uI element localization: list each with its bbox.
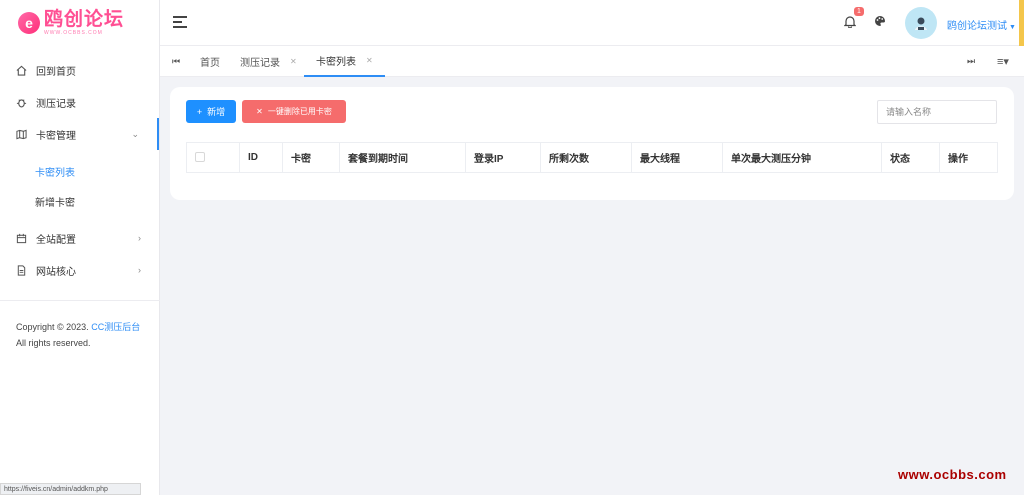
tab-label: 首页 — [200, 58, 220, 69]
sidebar-item-records[interactable]: 测压记录 — [0, 86, 159, 118]
column-header-max-threads[interactable]: 最大线程 — [631, 143, 680, 172]
sidebar-item-label: 测压记录 — [36, 98, 76, 110]
sidebar-item-label: 网站核心 — [36, 266, 76, 278]
tab-records[interactable]: 测压记录 ✕ — [240, 46, 297, 77]
rights-text: All rights reserved. — [16, 338, 91, 348]
card-table-header: ID 卡密 套餐到期时间 登录IP 所剩次数 最大线程 单次最大测压分钟 状态 … — [186, 142, 998, 173]
caret-down-icon: ▼ — [1009, 24, 1016, 31]
column-header-status[interactable]: 状态 — [881, 143, 910, 172]
delete-button-label: 一键删除已用卡密 — [267, 107, 332, 116]
column-header-card[interactable]: 卡密 — [282, 143, 311, 172]
close-icon: ✕ — [256, 107, 263, 116]
username-dropdown[interactable]: 鸥创论坛测试 ▼ — [947, 17, 1016, 32]
close-icon[interactable]: ✕ — [366, 56, 373, 65]
add-button-label: 新增 — [207, 107, 226, 117]
copyright-link[interactable]: CC测压后台 — [91, 322, 140, 332]
sidebar-subitem-add-card[interactable]: 新增卡密 — [0, 186, 159, 216]
calendar-icon — [14, 233, 28, 244]
tab-bar: ⏮ 首页 测压记录 ✕ 卡密列表 ✕ ⏭ ≡▾ — [160, 46, 1024, 77]
copyright-text: Copyright © 2023. — [16, 322, 89, 332]
map-icon — [14, 129, 28, 140]
select-all-checkbox[interactable] — [195, 152, 205, 162]
sidebar-item-label: 回到首页 — [36, 66, 76, 78]
close-icon[interactable]: ✕ — [290, 57, 297, 66]
tab-home[interactable]: 首页 — [200, 46, 220, 77]
file-icon — [14, 264, 28, 276]
column-header-remaining[interactable]: 所剩次数 — [540, 143, 589, 172]
home-icon — [14, 65, 28, 76]
chevron-down-icon: ⌄ — [131, 128, 139, 139]
sidebar-item-label: 卡密管理 — [36, 130, 76, 142]
logo-title: 鸥创论坛 — [44, 9, 125, 30]
chevron-right-icon: › — [138, 265, 141, 275]
column-header-login-ip[interactable]: 登录IP — [465, 143, 503, 172]
tab-scroll-last-icon[interactable]: ⏭ — [967, 56, 975, 67]
sidebar: e 鸥创论坛 WWW.OCBBS.COM 回到首页 测压记录 卡密管理 ⌄ 卡密… — [0, 0, 160, 495]
sidebar-item-label: 全站配置 — [36, 234, 76, 246]
palette-icon[interactable] — [874, 15, 886, 30]
username-label: 鸥创论坛测试 — [947, 21, 1007, 32]
card-list-panel: + 新增 ✕ 一键删除已用卡密 ID 卡密 套餐到期时间 登录IP 所剩次数 最… — [170, 87, 1014, 200]
sidebar-item-card-management[interactable]: 卡密管理 ⌄ — [0, 118, 159, 150]
plus-icon: + — [196, 106, 203, 117]
logo[interactable]: e 鸥创论坛 WWW.OCBBS.COM — [0, 0, 159, 46]
chevron-right-icon: › — [138, 233, 141, 243]
delete-used-cards-button[interactable]: ✕ 一键删除已用卡密 — [242, 100, 346, 123]
sidebar-item-home[interactable]: 回到首页 — [0, 54, 159, 86]
tab-scroll-first-icon[interactable]: ⏮ — [172, 56, 180, 67]
sidebar-nav: 回到首页 测压记录 卡密管理 ⌄ 卡密列表 新增卡密 全站配置 › 网站核心 › — [0, 46, 159, 286]
sidebar-item-site-config[interactable]: 全站配置 › — [0, 222, 159, 254]
status-bar-url: https://fiveis.cn/admin/addkm.php — [0, 483, 141, 495]
tab-menu-icon[interactable]: ≡▾ — [997, 55, 1009, 68]
column-header-actions[interactable]: 操作 — [939, 143, 968, 172]
tab-label: 测压记录 — [240, 58, 280, 69]
tab-label: 卡密列表 — [316, 57, 356, 68]
logo-subtitle: WWW.OCBBS.COM — [44, 30, 103, 36]
sidebar-footer: Copyright © 2023. CC测压后台 All rights rese… — [0, 300, 160, 369]
notification-badge: 1 — [854, 7, 864, 16]
sidebar-subitem-card-list[interactable]: 卡密列表 — [0, 156, 159, 186]
bug-icon — [14, 97, 28, 108]
bell-icon[interactable] — [843, 15, 857, 31]
add-button[interactable]: + 新增 — [186, 100, 236, 123]
watermark: www.ocbbs.com — [898, 467, 1007, 482]
tab-card-list[interactable]: 卡密列表 ✕ — [304, 46, 385, 77]
menu-toggle-icon[interactable] — [173, 16, 187, 31]
logo-icon: e — [18, 12, 40, 34]
top-header: 1 鸥创论坛测试 ▼ — [160, 0, 1024, 60]
column-header-id[interactable]: ID — [239, 143, 258, 172]
column-header-expiry[interactable]: 套餐到期时间 — [339, 143, 408, 172]
search-input[interactable] — [877, 100, 997, 124]
avatar[interactable] — [905, 7, 937, 39]
column-header-max-minutes[interactable]: 单次最大测压分钟 — [722, 143, 811, 172]
sidebar-item-site-core[interactable]: 网站核心 › — [0, 254, 159, 286]
